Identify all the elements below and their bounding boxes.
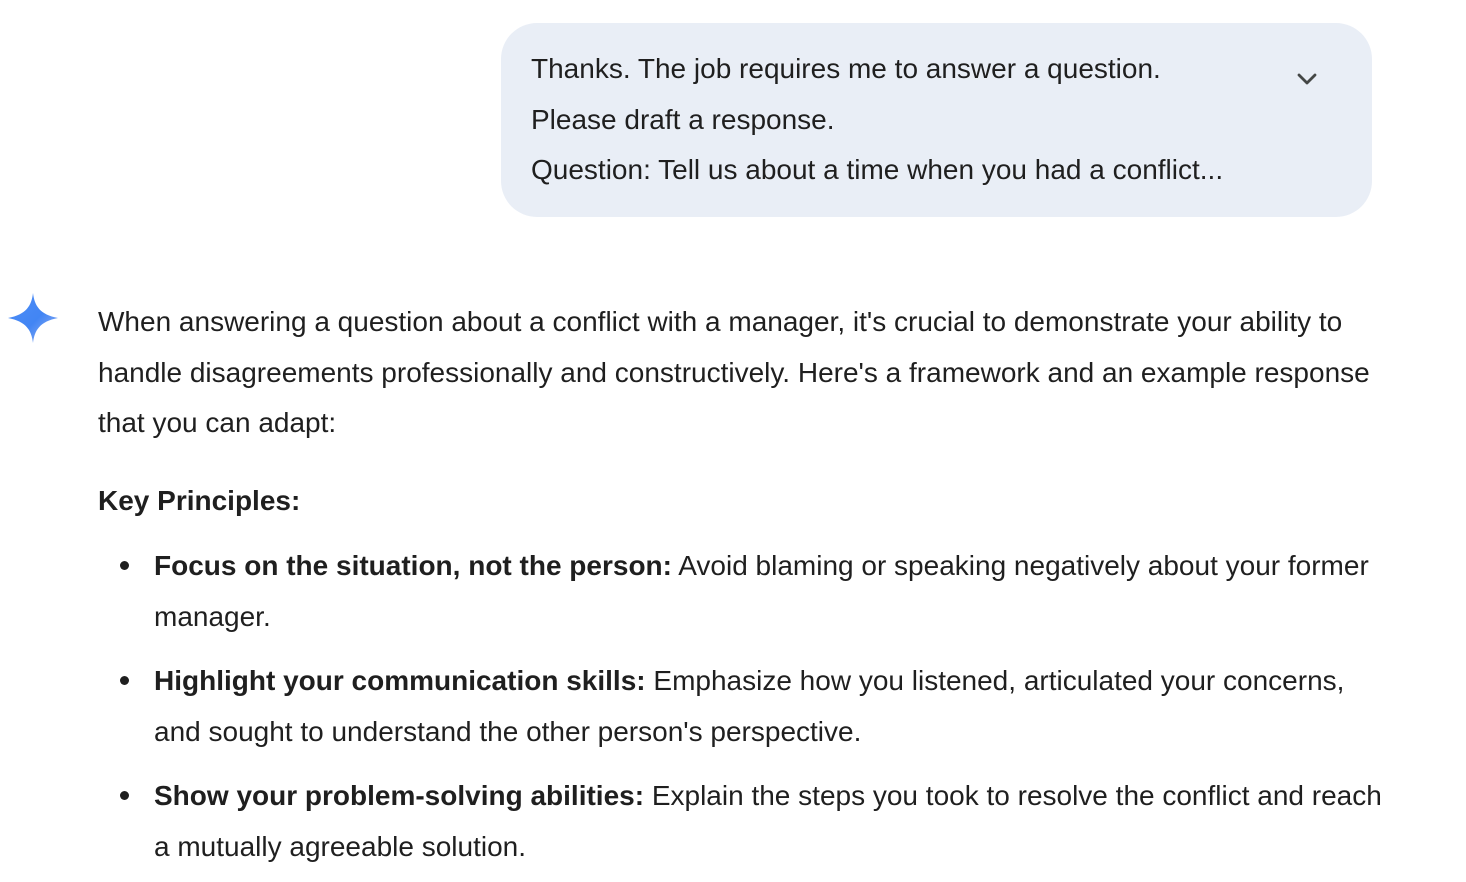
user-message-line: Thanks. The job requires me to answer a …	[531, 53, 1161, 84]
expand-message-button[interactable]	[1289, 61, 1325, 97]
chevron-down-icon	[1297, 73, 1317, 85]
principles-list: Focus on the situation, not the person: …	[98, 541, 1398, 872]
user-message-line: Question: Tell us about a time when you …	[531, 154, 1224, 185]
list-item: Highlight your communication skills: Emp…	[98, 656, 1398, 757]
key-principles-heading: Key Principles:	[98, 485, 301, 516]
bullet-icon	[120, 676, 129, 685]
bullet-icon	[120, 561, 129, 570]
response-intro: When answering a question about a confli…	[98, 306, 1370, 438]
user-message-bubble: Thanks. The job requires me to answer a …	[501, 23, 1372, 217]
model-response: When answering a question about a confli…	[98, 297, 1398, 862]
bullet-icon	[120, 791, 129, 800]
principle-title: Highlight your communication skills:	[154, 665, 646, 696]
user-message-line: Please draft a response.	[531, 104, 835, 135]
list-item: Show your problem-solving abilities: Exp…	[98, 771, 1398, 872]
gemini-spark-icon	[8, 293, 58, 343]
chat-page: Thanks. The job requires me to answer a …	[0, 0, 1466, 882]
list-item: Focus on the situation, not the person: …	[98, 541, 1398, 642]
principle-title: Focus on the situation, not the person:	[154, 550, 672, 581]
principle-title: Show your problem-solving abilities:	[154, 780, 645, 811]
